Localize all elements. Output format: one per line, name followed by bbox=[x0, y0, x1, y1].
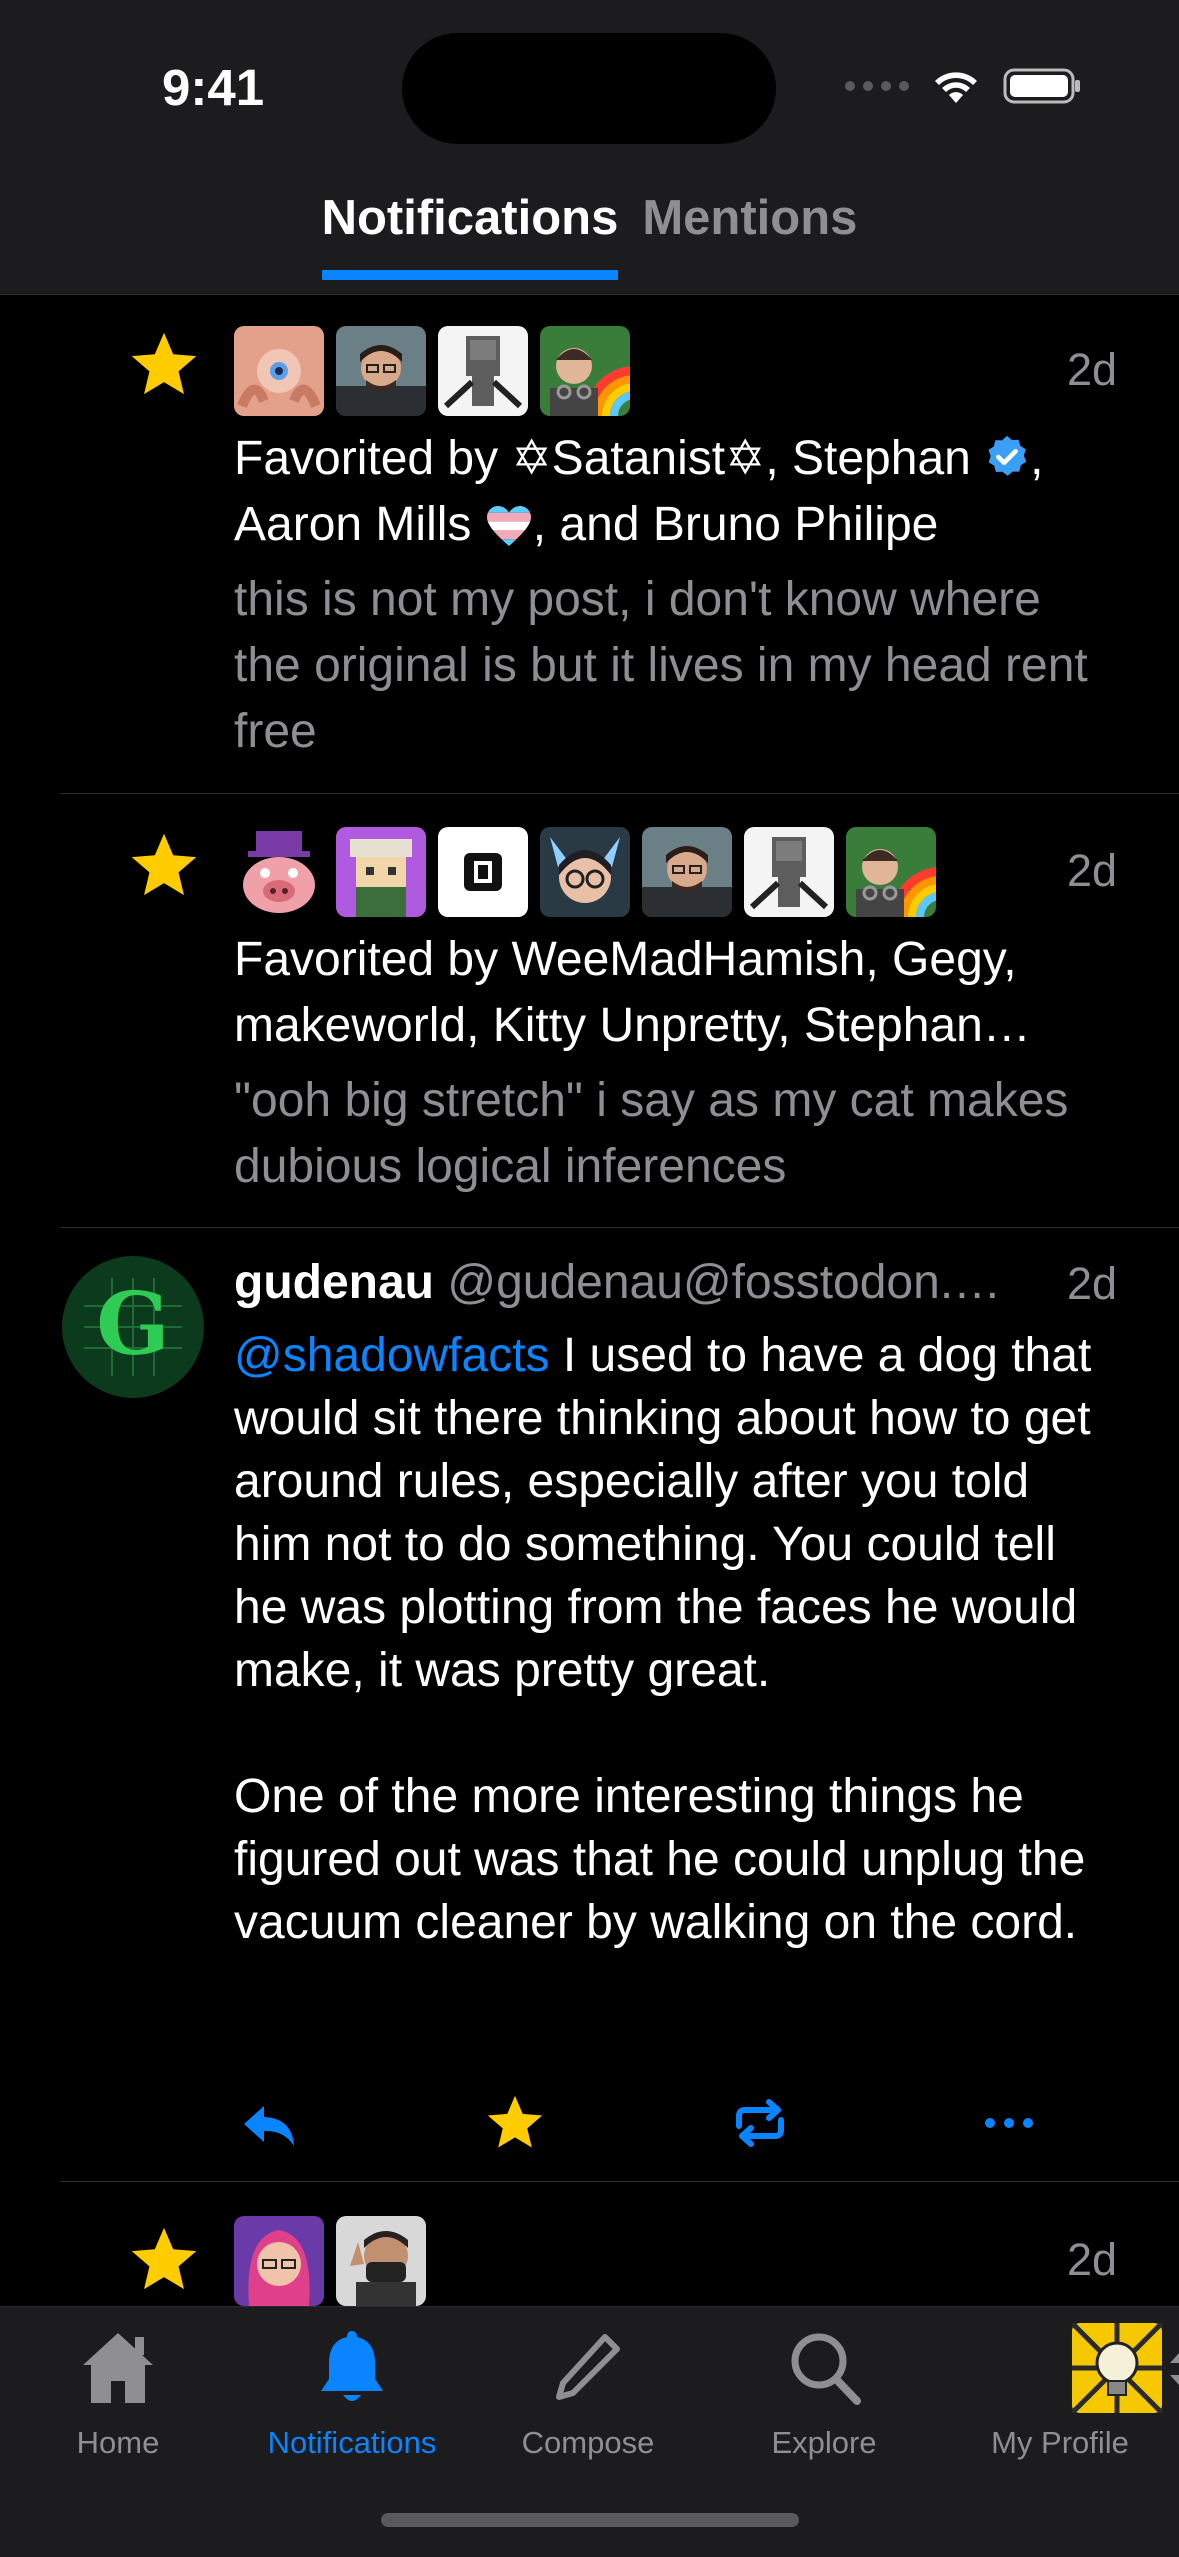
account-name[interactable]: ✡Satanist✡ bbox=[511, 432, 765, 485]
avatar[interactable] bbox=[438, 827, 528, 917]
notification-summary: Favorited by ✡Satanist✡, Stephan , Aaron… bbox=[234, 432, 1044, 551]
wifi-icon bbox=[935, 72, 977, 103]
avatar[interactable] bbox=[234, 2216, 324, 2306]
magnifier-icon bbox=[791, 2333, 861, 2405]
cellular-signal-icon bbox=[845, 81, 909, 91]
account-switcher-chevron-icon bbox=[1170, 2353, 1179, 2385]
dynamic-island bbox=[402, 33, 776, 144]
tab-notifications-bottom[interactable]: Notifications bbox=[234, 2323, 470, 2461]
avatar-stack bbox=[234, 827, 936, 917]
segment-tabs: Notifications Mentions bbox=[0, 190, 1179, 280]
favorite-star-icon[interactable] bbox=[483, 2091, 547, 2155]
tab-notifications[interactable]: Notifications bbox=[321, 190, 618, 280]
avatar[interactable] bbox=[540, 326, 630, 416]
account-name[interactable]: Bruno Philipe bbox=[653, 498, 939, 551]
tab-label: Compose bbox=[521, 2425, 655, 2460]
trans-flag-heart-icon bbox=[486, 506, 531, 546]
svg-text:G: G bbox=[96, 1274, 169, 1375]
tab-home[interactable]: Home bbox=[0, 2323, 236, 2461]
post-paragraph: I used to have a dog that would sit ther… bbox=[234, 1329, 1092, 1697]
account-name[interactable]: Stephan bbox=[792, 432, 971, 485]
tab-label: Explore bbox=[771, 2425, 877, 2460]
avatar[interactable]: G bbox=[62, 1256, 204, 1398]
avatar[interactable] bbox=[336, 827, 426, 917]
divider bbox=[60, 1227, 1179, 1228]
status-preview: this is not my post, i don't know where … bbox=[234, 573, 1088, 758]
avatar[interactable] bbox=[438, 326, 528, 416]
avatar[interactable] bbox=[540, 827, 630, 917]
star-icon bbox=[131, 2227, 197, 2290]
pencil-icon bbox=[556, 2334, 620, 2400]
post-time: 2d bbox=[1066, 1258, 1117, 1309]
avatar[interactable] bbox=[846, 827, 936, 917]
avatar[interactable] bbox=[234, 326, 324, 416]
summary-prefix: Favorited by bbox=[234, 432, 512, 485]
tab-label: Home bbox=[76, 2425, 160, 2460]
post-paragraph: One of the more interesting things he fi… bbox=[234, 1770, 1086, 1949]
star-icon bbox=[131, 833, 197, 896]
notification-time: 2d bbox=[1066, 2234, 1117, 2285]
bottom-tab-bar: Home Notifications Compose Explore My Pr… bbox=[0, 2306, 1179, 2557]
account-name[interactable]: Aaron Mills bbox=[234, 498, 471, 551]
battery-icon bbox=[1003, 68, 1080, 104]
mention-link[interactable]: @shadowfacts bbox=[234, 1329, 550, 1382]
post-author: gudenau @gudenau@fosstodon.… bbox=[234, 1255, 1001, 1310]
bell-icon bbox=[321, 2331, 383, 2401]
tab-compose[interactable]: Compose bbox=[470, 2323, 706, 2461]
star-icon bbox=[131, 332, 197, 395]
author-handle: @gudenau@fosstodon.… bbox=[447, 1256, 1002, 1309]
tab-label: My Profile bbox=[991, 2425, 1129, 2460]
home-indicator bbox=[381, 2513, 799, 2527]
verified-badge-icon bbox=[988, 435, 1027, 476]
divider bbox=[60, 793, 1179, 794]
avatar[interactable] bbox=[642, 827, 732, 917]
avatar-stack bbox=[234, 326, 630, 416]
divider bbox=[60, 2181, 1179, 2182]
status-indicators bbox=[845, 66, 1083, 106]
post-actions bbox=[234, 2088, 1044, 2158]
status-preview: "ooh big stretch" i say as my cat makes … bbox=[234, 1074, 1069, 1193]
notification-time: 2d bbox=[1066, 344, 1117, 395]
avatar-icon bbox=[1072, 2323, 1162, 2413]
notification-time: 2d bbox=[1066, 845, 1117, 896]
tab-my-profile[interactable]: My Profile bbox=[942, 2323, 1179, 2461]
avatar[interactable] bbox=[744, 827, 834, 917]
reply-icon[interactable] bbox=[234, 2088, 304, 2158]
status-time: 9:41 bbox=[162, 59, 265, 116]
reblog-icon[interactable] bbox=[725, 2088, 795, 2158]
tab-mentions[interactable]: Mentions bbox=[642, 190, 857, 268]
notification-summary: Favorited by WeeMadHamish, Gegy, makewor… bbox=[234, 933, 1031, 1052]
house-icon bbox=[83, 2333, 153, 2403]
tab-explore[interactable]: Explore bbox=[706, 2323, 942, 2461]
avatar[interactable] bbox=[336, 2216, 426, 2306]
avatar[interactable] bbox=[336, 326, 426, 416]
avatar[interactable] bbox=[234, 827, 324, 917]
tab-label: Notifications bbox=[267, 2425, 437, 2460]
more-options-icon[interactable] bbox=[974, 2088, 1044, 2158]
top-bar: 9:41 Notifications Mentions bbox=[0, 0, 1179, 295]
post-body: @shadowfacts I used to have a dog that w… bbox=[234, 1324, 1114, 1954]
avatar-stack bbox=[234, 2216, 426, 2306]
author-name[interactable]: gudenau bbox=[234, 1256, 434, 1309]
